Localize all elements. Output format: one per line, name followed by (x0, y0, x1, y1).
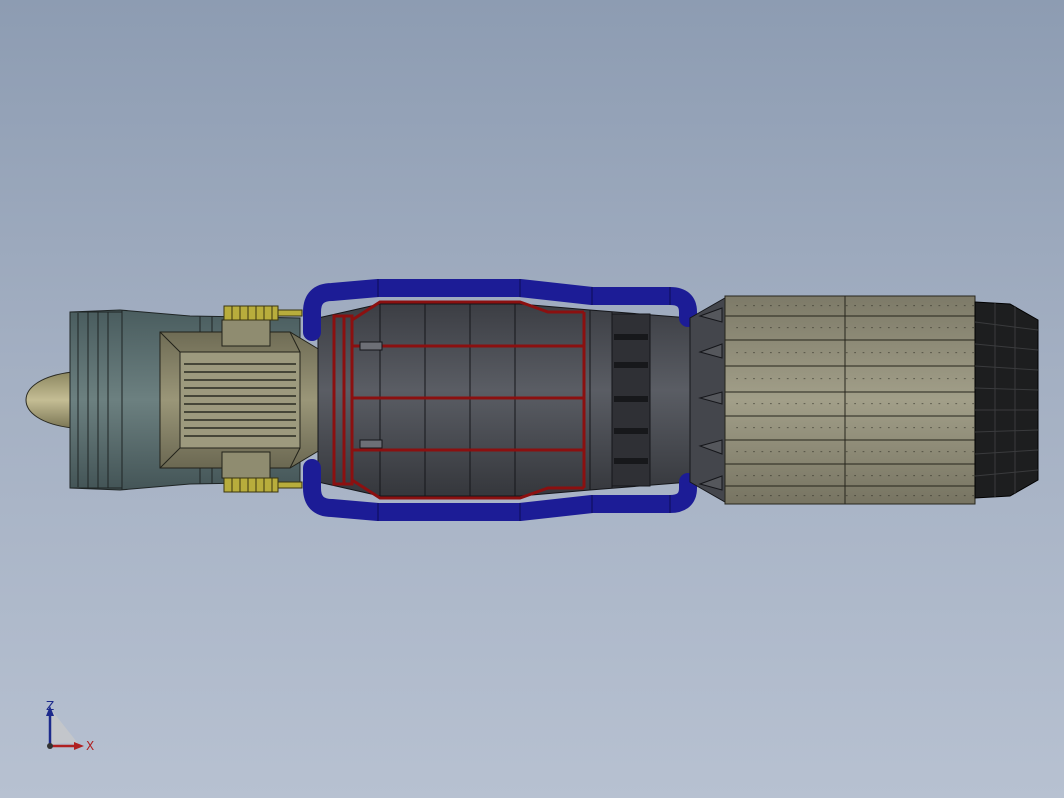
3d-viewport[interactable]: - - - - - - - - - - - - - - - - - - - - … (0, 0, 1064, 798)
z-axis-label: Z (46, 700, 54, 713)
afterburner-section: - - - - - - - - - - - - - - - - - - - - … (724, 295, 992, 505)
svg-text:- - - - - - - - - - - - - - -: - - - - - - - - - - - - - - - - - - - - … (735, 492, 992, 500)
svg-text:- - - - - - - - - - - - - - -: - - - - - - - - - - - - - - - - - - - - … (735, 424, 992, 432)
x-axis-arrowhead (74, 742, 84, 750)
svg-text:- - - - - - - - - - - - - - -: - - - - - - - - - - - - - - - - - - - - … (735, 448, 992, 456)
svg-text:- - - - - - - - - - - - - - -: - - - - - - - - - - - - - - - - - - - - … (735, 302, 992, 310)
svg-text:- - - - - - - - - - - - - - -: - - - - - - - - - - - - - - - - - - - - … (735, 472, 992, 480)
axis-triad: Z X (46, 700, 94, 753)
triad-plane (50, 708, 80, 746)
svg-text:- - - - - - - - - - - - - - -: - - - - - - - - - - - - - - - - - - - - … (735, 349, 992, 357)
x-axis-label: X (86, 739, 94, 753)
triad-origin (47, 743, 53, 749)
svg-text:- - - - - - - - - - - - - - -: - - - - - - - - - - - - - - - - - - - - … (735, 375, 992, 383)
core-body (317, 303, 701, 497)
exhaust-nozzle (974, 301, 1039, 499)
accessory-gearbox (159, 319, 321, 479)
jet-engine-model[interactable]: - - - - - - - - - - - - - - - - - - - - … (0, 0, 1064, 798)
nose-cone (25, 371, 73, 429)
svg-text:- - - - - - - - - - - - - - -: - - - - - - - - - - - - - - - - - - - - … (735, 400, 992, 408)
svg-text:- - - - - - - - - - - - - - -: - - - - - - - - - - - - - - - - - - - - … (735, 324, 992, 332)
